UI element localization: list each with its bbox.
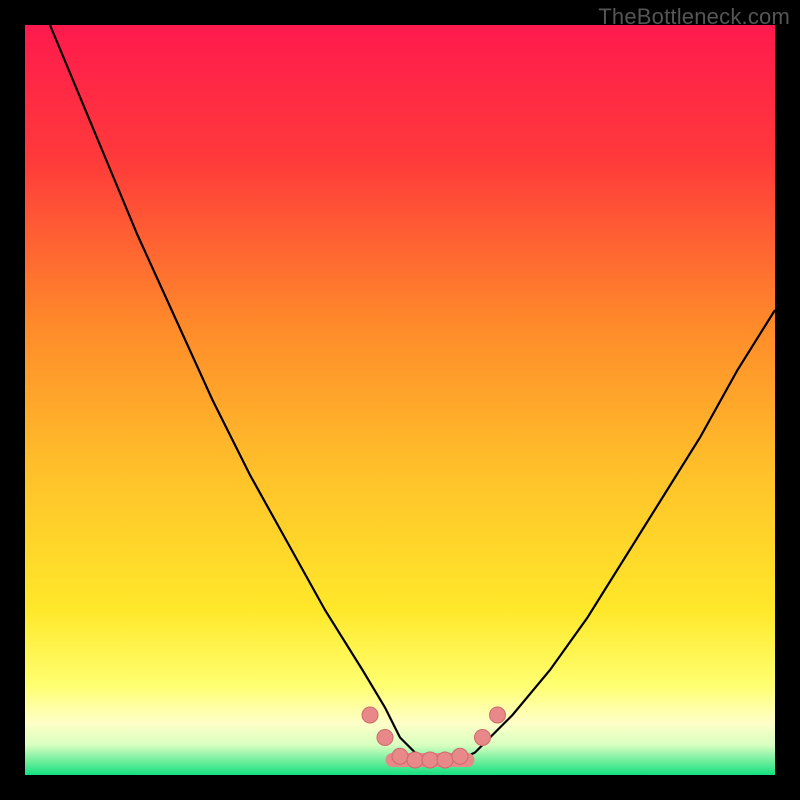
marker-floor-4 xyxy=(437,752,453,768)
marker-floor-3 xyxy=(422,752,438,768)
chart-frame: TheBottleneck.com xyxy=(0,0,800,800)
marker-right-cluster-2 xyxy=(490,707,506,723)
plot-area xyxy=(25,25,775,775)
curve-layer xyxy=(25,25,775,775)
marker-left-cluster-1 xyxy=(362,707,378,723)
marker-floor-2 xyxy=(407,752,423,768)
marker-right-cluster-1 xyxy=(475,730,491,746)
watermark-text: TheBottleneck.com xyxy=(598,4,790,30)
marker-floor-1 xyxy=(392,748,408,764)
bottleneck-curve xyxy=(25,25,775,760)
marker-left-cluster-2 xyxy=(377,730,393,746)
marker-floor-5 xyxy=(452,748,468,764)
